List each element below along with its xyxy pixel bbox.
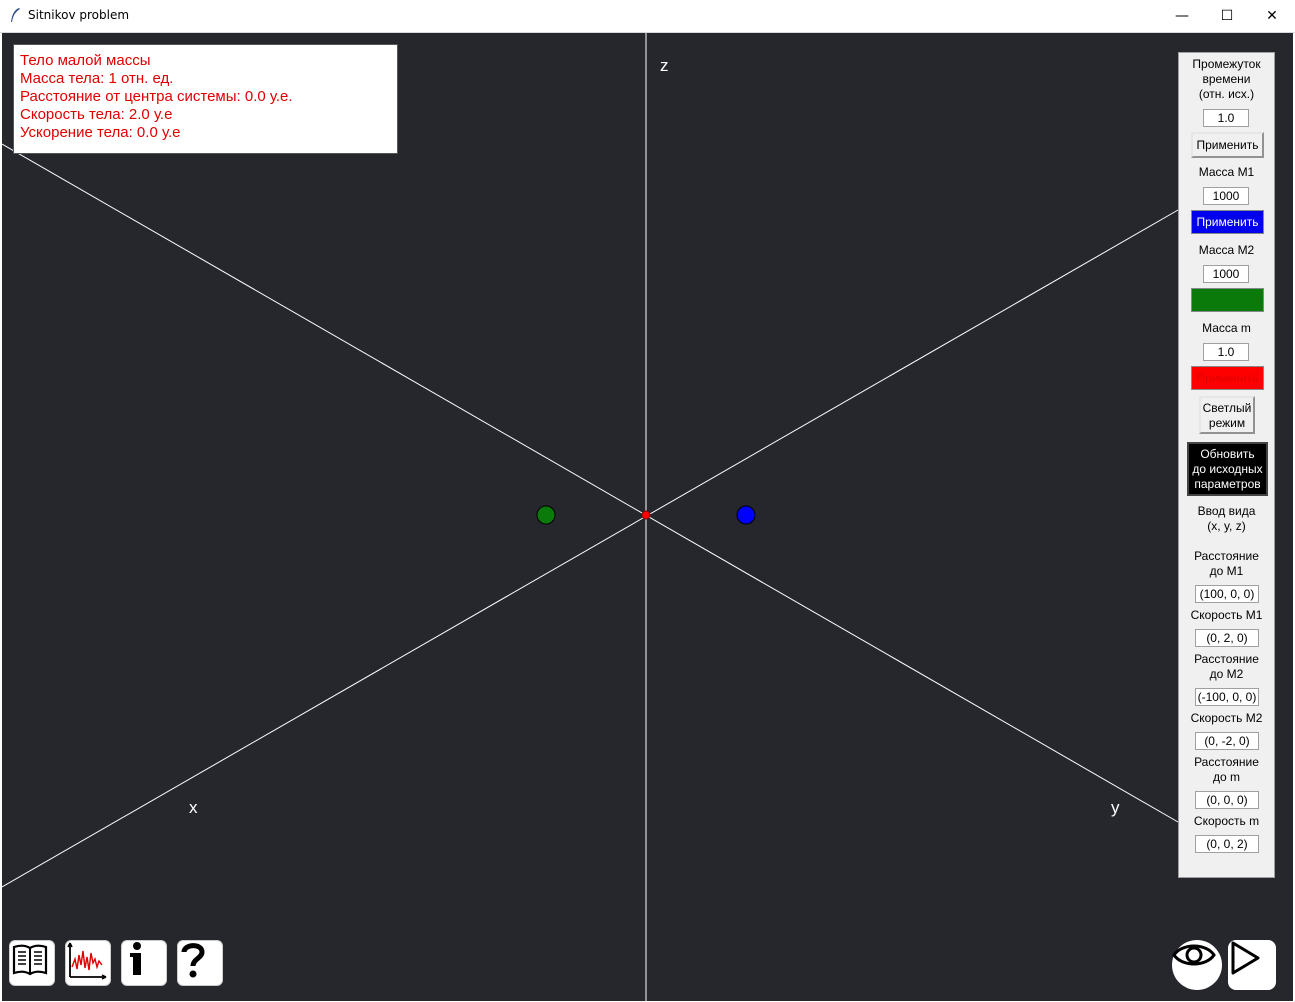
body-m1 [736, 505, 756, 525]
view-input-line2: (x, y, z) [1207, 519, 1246, 533]
title-bar: Sitnikov problem — ☐ ✕ [0, 0, 1295, 33]
mass-m1-label: Масса М1 [1198, 165, 1255, 179]
time-step-label-line3: (отн. исх.) [1198, 87, 1255, 101]
distance-m1-input[interactable]: (100, 0, 0) [1195, 585, 1259, 603]
body-m2 [536, 505, 556, 525]
chart-icon [67, 942, 107, 980]
view-input-label: Ввод вида (x, y, z) [1179, 504, 1274, 534]
velocity-m-label: Скорость m [1193, 814, 1260, 828]
velocity-m-input[interactable]: (0, 0, 2) [1195, 835, 1259, 853]
velocity-m2-label: Скорость М2 [1190, 711, 1263, 725]
window-title: Sitnikov problem [28, 8, 130, 22]
help-icon [181, 943, 205, 978]
chart-button[interactable] [65, 940, 111, 986]
mass-m1-input[interactable]: 1000 [1203, 187, 1249, 205]
info-line-velocity: Скорость тела: 2.0 у.е [20, 106, 173, 123]
light-mode-button[interactable]: Светлый режим [1199, 396, 1255, 434]
reset-line2: до исходных [1192, 462, 1263, 476]
time-step-label-line2: времени [1202, 72, 1251, 86]
eye-icon [1172, 944, 1216, 966]
book-button[interactable] [9, 940, 55, 986]
maximize-button[interactable]: ☐ [1204, 0, 1250, 32]
velocity-m1-label: Скорость М1 [1190, 608, 1263, 622]
control-panel: Промежуток времени (отн. исх.) 1.0 Приме… [1178, 52, 1275, 878]
mass-m-label: Масса m [1202, 321, 1251, 335]
info-icon [130, 942, 141, 975]
close-icon: ✕ [1266, 8, 1278, 24]
z-axis-label: z [660, 56, 669, 75]
reset-parameters-button[interactable]: Обновить до исходных параметров [1187, 442, 1268, 496]
info-line-mass: Масса тела: 1 отн. ед. [20, 70, 174, 87]
y-axis-label: y [1111, 798, 1120, 817]
distance-m-label: Расстояние до m [1179, 755, 1274, 785]
x-axis-line [2, 209, 1179, 888]
mass-m2-input[interactable]: 1000 [1203, 265, 1249, 283]
book-icon [12, 944, 48, 976]
distance-m-line2: до m [1212, 770, 1240, 784]
mass-m2-label: Масса М2 [1198, 243, 1255, 257]
x-axis-label: x [189, 798, 198, 817]
apply-mass-m1-button[interactable]: Применить [1191, 210, 1264, 234]
maximize-icon: ☐ [1220, 8, 1234, 24]
light-mode-line1: Светлый [1202, 401, 1252, 415]
distance-m2-label: Расстояние до М2 [1179, 652, 1274, 682]
time-step-input[interactable]: 1.0 [1203, 109, 1249, 127]
distance-m-input[interactable]: (0, 0, 0) [1195, 791, 1259, 809]
apply-mass-m-button[interactable]: Применить [1191, 366, 1264, 390]
play-icon [1231, 941, 1260, 975]
minimize-icon: — [1175, 8, 1189, 24]
help-button[interactable] [177, 940, 223, 986]
mass-m-input[interactable]: 1.0 [1203, 343, 1249, 361]
view-button[interactable] [1172, 940, 1222, 990]
light-mode-line2: режим [1208, 416, 1246, 430]
view-input-line1: Ввод вида [1197, 504, 1256, 518]
apply-mass-m2-button[interactable]: Применить [1191, 288, 1264, 312]
distance-m1-line2: до М1 [1209, 564, 1244, 578]
minimize-button[interactable]: — [1159, 0, 1205, 32]
distance-m2-line1: Расстояние [1194, 652, 1259, 666]
close-button[interactable]: ✕ [1249, 0, 1295, 32]
distance-m-line1: Расстояние [1194, 755, 1259, 769]
simulation-canvas[interactable]: Тело малой массы Масса тела: 1 отн. ед. … [2, 33, 1293, 1001]
distance-m1-label: Расстояние до М1 [1179, 549, 1274, 579]
info-box: Тело малой массы Масса тела: 1 отн. ед. … [13, 44, 398, 154]
time-step-label-line1: Промежуток [1192, 57, 1261, 71]
distance-m2-line2: до М2 [1209, 667, 1244, 681]
info-line-title: Тело малой массы [20, 52, 151, 69]
play-button[interactable] [1228, 940, 1276, 990]
feather-icon [11, 8, 20, 22]
y-axis-line [2, 143, 1179, 823]
reset-line3: параметров [1194, 477, 1261, 491]
info-line-distance: Расстояние от центра системы: 0.0 у.е. [20, 88, 293, 105]
body-m [641, 510, 651, 520]
axes-svg [2, 33, 1179, 1001]
velocity-m2-input[interactable]: (0, -2, 0) [1195, 732, 1259, 750]
time-step-label: Промежуток времени (отн. исх.) [1179, 57, 1274, 102]
apply-time-button[interactable]: Применить [1191, 132, 1264, 158]
reset-line1: Обновить [1200, 447, 1255, 461]
distance-m2-input[interactable]: (-100, 0, 0) [1195, 688, 1259, 706]
info-line-acceleration: Ускорение тела: 0.0 у.е [20, 124, 181, 141]
distance-m1-line1: Расстояние [1194, 549, 1259, 563]
velocity-m1-input[interactable]: (0, 2, 0) [1195, 629, 1259, 647]
info-button[interactable] [121, 940, 167, 986]
